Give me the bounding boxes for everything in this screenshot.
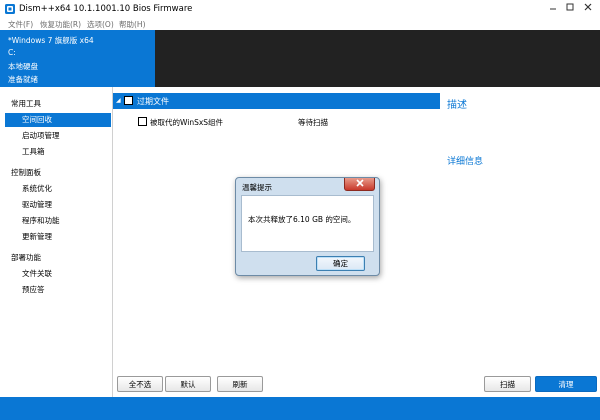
drive-letter: C: bbox=[8, 48, 16, 57]
select-none-button[interactable]: 全不选 bbox=[117, 376, 163, 392]
minimize-button[interactable] bbox=[546, 2, 560, 14]
maximize-icon bbox=[566, 3, 574, 13]
close-icon bbox=[584, 3, 592, 13]
group-label: 过期文件 bbox=[137, 97, 169, 106]
menu-bar: 文件(F) 恢复功能(R) 选项(O) 帮助(H) bbox=[0, 18, 600, 30]
group-header-expired-files[interactable]: ◢ 过期文件 bbox=[113, 93, 440, 109]
disk-type: 本地硬盘 bbox=[8, 62, 38, 71]
sidebar-item-space-recycle[interactable]: 空间回收 bbox=[5, 113, 111, 127]
sidebar-category-common-tools: 常用工具 bbox=[11, 99, 41, 108]
dism-app-icon bbox=[5, 4, 15, 14]
status-bar bbox=[0, 397, 600, 420]
row-checkbox[interactable] bbox=[138, 117, 147, 126]
dialog-ok-button[interactable]: 确定 bbox=[316, 256, 365, 271]
minimize-icon bbox=[549, 3, 557, 13]
sidebar-item-file-association[interactable]: 文件关联 bbox=[5, 267, 111, 281]
os-name: *Windows 7 旗舰版 x64 bbox=[8, 36, 94, 45]
tip-dialog: 温馨提示 本次共释放了6.10 GB 的空间。 确定 bbox=[235, 177, 380, 276]
dialog-body: 本次共释放了6.10 GB 的空间。 bbox=[241, 195, 374, 252]
refresh-button[interactable]: 刷新 bbox=[217, 376, 263, 392]
sidebar-item-update-manager[interactable]: 更新管理 bbox=[5, 230, 111, 244]
collapse-triangle-icon[interactable]: ◢ bbox=[116, 97, 121, 104]
row-label[interactable]: 被取代的WinSxS组件 bbox=[150, 117, 223, 128]
title-bar: Dism++x64 10.1.1001.10 Bios Firmware bbox=[0, 0, 600, 18]
row-status: 等待扫描 bbox=[298, 118, 328, 127]
description-heading: 描述 bbox=[447, 100, 467, 111]
sidebar-item-system-optimize[interactable]: 系统优化 bbox=[5, 182, 111, 196]
sidebar-category-control-panel: 控制面板 bbox=[11, 168, 41, 177]
sidebar-item-startup-manager[interactable]: 启动项管理 bbox=[5, 129, 111, 143]
sidebar-item-unattend[interactable]: 预应答 bbox=[5, 283, 111, 297]
details-heading: 详细信息 bbox=[447, 157, 484, 167]
sidebar: 常用工具 空间回收 启动项管理 工具箱 控制面板 系统优化 驱动管理 程序和功能… bbox=[0, 87, 113, 397]
group-checkbox[interactable] bbox=[124, 96, 133, 105]
maximize-button[interactable] bbox=[563, 2, 577, 14]
system-info-panel[interactable]: *Windows 7 旗舰版 x64 C: 本地硬盘 准备就绪 bbox=[0, 30, 155, 87]
system-status: 准备就绪 bbox=[8, 75, 38, 84]
header-area bbox=[155, 30, 600, 87]
window-title: Dism++x64 10.1.1001.10 Bios Firmware bbox=[19, 4, 193, 14]
close-icon bbox=[355, 179, 364, 189]
default-button[interactable]: 默认 bbox=[165, 376, 211, 392]
sidebar-category-deploy: 部署功能 bbox=[11, 253, 41, 262]
close-button[interactable] bbox=[581, 2, 595, 14]
sidebar-item-driver-manager[interactable]: 驱动管理 bbox=[5, 198, 111, 212]
menu-restore[interactable]: 恢复功能(R) bbox=[40, 19, 81, 30]
sidebar-item-toolbox[interactable]: 工具箱 bbox=[5, 145, 111, 159]
dialog-title: 温馨提示 bbox=[242, 183, 272, 192]
clean-button[interactable]: 清理 bbox=[535, 376, 597, 392]
sidebar-item-programs[interactable]: 程序和功能 bbox=[5, 214, 111, 228]
menu-options[interactable]: 选项(O) bbox=[87, 19, 114, 30]
scan-button[interactable]: 扫描 bbox=[484, 376, 531, 392]
menu-file[interactable]: 文件(F) bbox=[8, 19, 33, 30]
dialog-message: 本次共释放了6.10 GB 的空间。 bbox=[248, 215, 356, 224]
menu-help[interactable]: 帮助(H) bbox=[119, 19, 146, 30]
dialog-close-button[interactable] bbox=[344, 178, 375, 191]
